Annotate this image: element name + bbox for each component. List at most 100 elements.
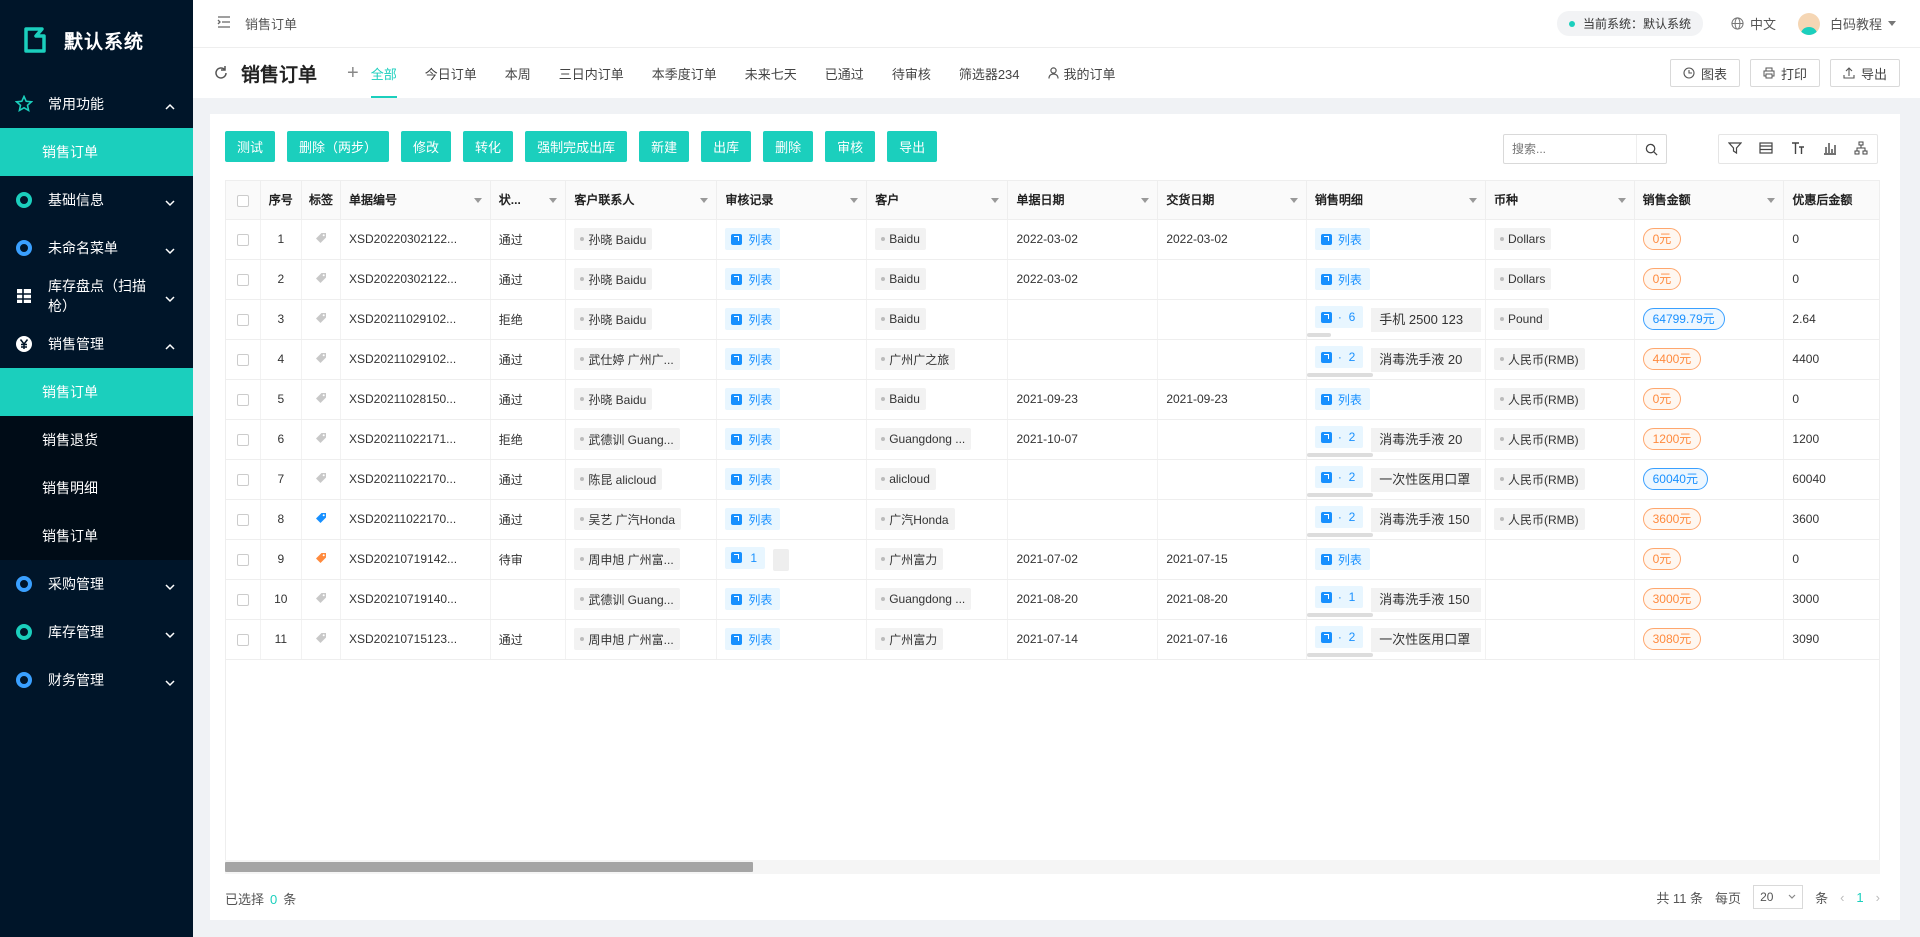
row-checkbox[interactable] xyxy=(236,593,249,606)
row-checkbox[interactable] xyxy=(236,473,249,486)
page-size-select[interactable]: 20 xyxy=(1753,885,1804,909)
order-code[interactable]: XSD20211022170... xyxy=(340,499,491,540)
tag-icon[interactable] xyxy=(315,272,327,284)
column-header[interactable]: 单据日期 xyxy=(1007,181,1159,220)
toolbar-button[interactable]: 测试 xyxy=(225,131,276,162)
text-size-icon[interactable] xyxy=(1791,141,1805,158)
toolbar-button[interactable]: 强制完成出库 xyxy=(525,131,628,162)
contact-tag[interactable]: 孙晓 Baidu xyxy=(574,388,653,410)
filter-icon[interactable] xyxy=(1727,141,1743,158)
row-checkbox[interactable] xyxy=(236,353,249,366)
current-system-badge[interactable]: 当前系统：默认系统 xyxy=(1556,11,1703,36)
detail-link[interactable]: 列表 xyxy=(1314,268,1370,290)
toolbar-button[interactable]: 出库 xyxy=(701,131,752,162)
order-code[interactable]: XSD20211028150... xyxy=(340,379,491,420)
chart-button[interactable]: 图表 xyxy=(1669,59,1740,87)
row-checkbox[interactable] xyxy=(236,433,249,446)
sidebar-group[interactable]: 销售管理 xyxy=(0,320,193,368)
current-page[interactable]: 1 xyxy=(1856,890,1863,905)
audit-link[interactable]: 1 xyxy=(725,546,766,569)
user-menu[interactable]: 白码教程 xyxy=(1797,12,1896,35)
row-checkbox[interactable] xyxy=(236,633,249,646)
language-switch[interactable]: 中文 xyxy=(1731,14,1776,33)
next-page-icon[interactable]: › xyxy=(1876,890,1880,905)
column-header[interactable]: 客户联系人 xyxy=(565,181,718,220)
audit-link[interactable]: 列表 xyxy=(725,308,781,330)
sort-caret-icon[interactable] xyxy=(1617,198,1626,203)
tag-icon[interactable] xyxy=(315,352,327,364)
tag-icon[interactable] xyxy=(315,512,327,524)
detail-link[interactable]: · 2 xyxy=(1314,506,1364,529)
detail-link[interactable]: · 2 xyxy=(1314,626,1364,649)
detail-link[interactable]: · 2 xyxy=(1314,346,1364,369)
sidebar-group[interactable]: 库存盘点（扫描枪） xyxy=(0,272,193,320)
row-checkbox[interactable] xyxy=(236,313,249,326)
column-header[interactable]: 标签 xyxy=(301,181,341,220)
order-code[interactable]: XSD20211022171... xyxy=(340,419,491,460)
toolbar-button[interactable]: 新建 xyxy=(639,131,690,162)
export-top-button[interactable]: 导出 xyxy=(1829,59,1900,87)
tab-item[interactable]: 未来七天 xyxy=(745,48,797,98)
row-checkbox[interactable] xyxy=(236,273,249,286)
currency-tag[interactable]: 人民币(RMB) xyxy=(1493,388,1585,410)
currency-tag[interactable]: Dollars xyxy=(1493,268,1552,290)
tag-icon[interactable] xyxy=(315,392,327,404)
customer-tag[interactable]: Guangdong ... xyxy=(875,588,972,610)
customer-tag[interactable]: Baidu xyxy=(875,308,926,330)
table-row[interactable]: 11 XSD20210715123... 通过 周申旭 广州富... 列表 广州富力 202… xyxy=(226,619,1879,660)
tree-icon[interactable] xyxy=(1854,141,1868,158)
contact-tag[interactable]: 周申旭 广州富... xyxy=(574,628,680,650)
customer-tag[interactable]: 广州富力 xyxy=(875,548,944,570)
sidebar-item[interactable]: 销售明细 xyxy=(0,464,193,512)
customer-tag[interactable]: 广州富力 xyxy=(875,628,944,650)
add-tab-icon[interactable]: + xyxy=(347,62,359,85)
tag-icon[interactable] xyxy=(315,552,327,564)
sort-caret-icon[interactable] xyxy=(473,198,482,203)
currency-tag[interactable]: 人民币(RMB) xyxy=(1493,508,1585,530)
customer-tag[interactable]: Baidu xyxy=(875,268,926,290)
row-checkbox[interactable] xyxy=(236,553,249,566)
column-header[interactable]: 币种 xyxy=(1485,181,1635,220)
audit-link[interactable]: 列表 xyxy=(725,268,781,290)
currency-tag[interactable]: Dollars xyxy=(1493,228,1552,250)
tab-item[interactable]: 全部 xyxy=(370,48,397,98)
table-row[interactable]: 7 XSD20211022170... 通过 陈昆 alicloud 列表 aliclou… xyxy=(226,459,1879,500)
currency-tag[interactable]: 人民币(RMB) xyxy=(1493,468,1585,490)
sort-caret-icon[interactable] xyxy=(1141,198,1150,203)
detail-link[interactable]: · 2 xyxy=(1314,426,1364,449)
column-header[interactable]: 客户 xyxy=(866,181,1009,220)
currency-tag[interactable]: Pound xyxy=(1493,308,1549,330)
tab-item[interactable]: 筛选器234 xyxy=(959,48,1020,98)
row-checkbox[interactable] xyxy=(236,233,249,246)
currency-tag[interactable]: 人民币(RMB) xyxy=(1493,348,1585,370)
sort-caret-icon[interactable] xyxy=(1767,198,1776,203)
breadcrumb[interactable]: 销售订单 xyxy=(245,14,297,33)
contact-tag[interactable]: 陈昆 alicloud xyxy=(574,468,663,490)
sidebar-item[interactable]: 销售订单 xyxy=(0,512,193,560)
menu-fold-icon[interactable] xyxy=(217,16,231,31)
table-row[interactable]: 5 XSD20211028150... 通过 孙晓 Baidu 列表 Baidu 2021-… xyxy=(226,379,1879,420)
tab-item[interactable]: 本季度订单 xyxy=(652,48,717,98)
detail-link[interactable]: · 2 xyxy=(1314,466,1364,489)
sidebar-group[interactable]: 未命名菜单 xyxy=(0,224,193,272)
customer-tag[interactable]: Baidu xyxy=(875,228,926,250)
bar-chart-icon[interactable] xyxy=(1823,141,1837,158)
tag-icon[interactable] xyxy=(315,592,327,604)
customer-tag[interactable]: Baidu xyxy=(875,388,926,410)
detail-link[interactable]: 列表 xyxy=(1314,228,1370,250)
table-row[interactable]: 4 XSD20211029102... 通过 武仕婷 广州广... 列表 广州广之旅 · 2… xyxy=(226,339,1879,380)
contact-tag[interactable]: 周申旭 广州富... xyxy=(574,548,680,570)
table-row[interactable]: 9 XSD20210719142... 待审 周申旭 广州富... 1 广州富力 2021-… xyxy=(226,539,1879,580)
order-code[interactable]: XSD20220302122... xyxy=(340,259,491,300)
column-header[interactable]: 优惠后金额 xyxy=(1783,181,1879,220)
sidebar-item[interactable]: 销售订单 xyxy=(0,368,193,416)
sort-caret-icon[interactable] xyxy=(1289,198,1298,203)
scrollbar-thumb[interactable] xyxy=(225,862,753,872)
audit-link[interactable]: 列表 xyxy=(725,428,781,450)
customer-tag[interactable]: 广州广之旅 xyxy=(875,348,956,370)
column-header[interactable]: 审核记录 xyxy=(716,181,868,220)
column-header[interactable]: 交货日期 xyxy=(1157,181,1307,220)
contact-tag[interactable]: 吴艺 广汽Honda xyxy=(574,508,682,530)
tab-item[interactable]: 本周 xyxy=(505,48,531,98)
contact-tag[interactable]: 孙晓 Baidu xyxy=(574,308,653,330)
